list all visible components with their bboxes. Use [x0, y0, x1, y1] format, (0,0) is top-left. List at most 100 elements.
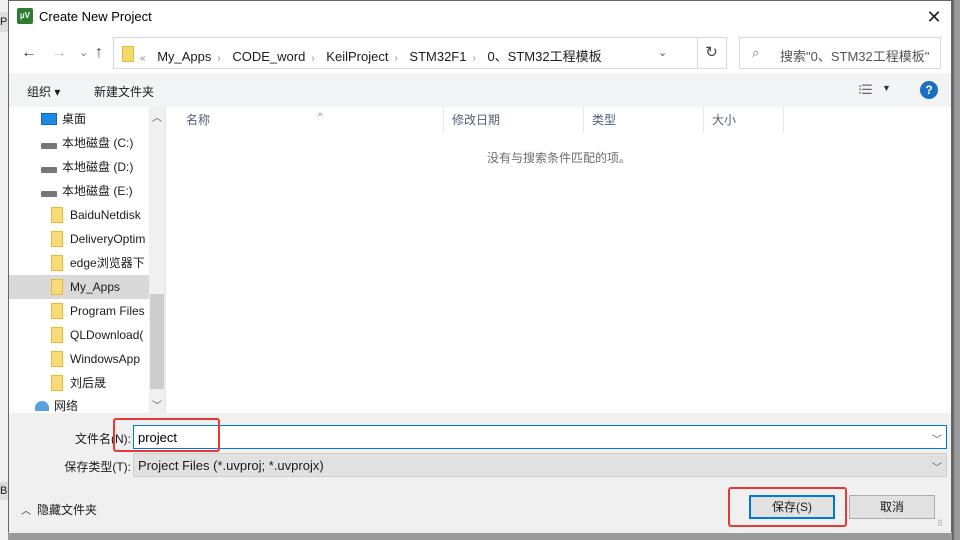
view-options-icon[interactable]: ⁝☰ [858, 82, 873, 98]
folder-icon [51, 351, 63, 367]
folder-icon [51, 279, 63, 295]
filetype-value: Project Files (*.uvproj; *.uvprojx) [138, 458, 324, 473]
recent-locations-button[interactable]: ⌄ [79, 43, 88, 63]
sidebar-item-folder[interactable]: Program Files [9, 299, 149, 323]
chevron-right-icon[interactable]: › [394, 53, 397, 64]
background-window-label: B [0, 482, 8, 500]
sidebar-item-label: 桌面 [62, 112, 87, 126]
chevron-down-icon[interactable]: ﹀ [932, 459, 942, 474]
folder-icon [51, 207, 63, 223]
sidebar-item-label: WindowsApp [70, 352, 141, 366]
sidebar-item-label: My_Apps [70, 280, 121, 294]
breadcrumb-overflow[interactable]: « [140, 53, 146, 64]
sidebar-item-folder[interactable]: BaiduNetdisk [9, 203, 149, 227]
up-button[interactable]: ↑ [95, 43, 103, 63]
column-header-type[interactable]: 类型 [584, 107, 704, 133]
new-folder-button[interactable]: 新建文件夹 [94, 83, 154, 100]
forward-button[interactable]: → [51, 43, 67, 63]
chevron-up-icon: ︿ [21, 506, 31, 517]
title-bar: µV Create New Project ✕ [9, 1, 951, 33]
sidebar-item-label: 刘后晟 [70, 376, 107, 390]
scroll-down-icon[interactable]: ﹀ [152, 397, 162, 412]
breadcrumb: « My_Apps › CODE_word › KeilProject › STM32… [140, 46, 608, 65]
breadcrumb-item[interactable]: My_Apps [157, 49, 211, 64]
empty-message: 没有与搜索条件匹配的项。 [486, 151, 631, 165]
sidebar-item-label: 本地磁盘 (D:) [62, 160, 134, 174]
breadcrumb-item[interactable]: CODE_word [232, 49, 305, 64]
sidebar-item-desktop[interactable]: 桌面 [9, 107, 149, 131]
filename-input[interactable]: project ﹀ [133, 425, 947, 449]
sidebar-item-folder[interactable]: QLDownload( [9, 323, 149, 347]
drive-icon [41, 191, 57, 197]
chevron-right-icon[interactable]: › [217, 53, 220, 64]
breadcrumb-item[interactable]: 0、STM32工程模板 [487, 49, 601, 64]
address-bar[interactable]: « My_Apps › CODE_word › KeilProject › STM32… [113, 37, 698, 69]
cancel-button[interactable]: 取消 [849, 495, 935, 519]
desktop-icon [41, 113, 57, 125]
organize-button[interactable]: 组织 ▾ [27, 83, 60, 100]
chevron-down-icon[interactable]: ⌄ [658, 46, 667, 59]
drive-icon [41, 143, 57, 149]
file-list: 名称 ^ 修改日期 类型 大小 没有与搜索条件匹配的项。 [165, 107, 951, 413]
filetype-label: 保存类型(T): [64, 460, 131, 474]
back-button[interactable]: ← [21, 43, 37, 63]
sidebar-item-label: 本地磁盘 (E:) [62, 184, 133, 198]
uvision-icon: µV [17, 8, 33, 24]
folder-icon [51, 303, 63, 319]
breadcrumb-item[interactable]: STM32F1 [409, 49, 466, 64]
close-button[interactable]: ✕ [923, 7, 945, 27]
sidebar-item-folder[interactable]: WindowsApp [9, 347, 149, 371]
annotation-highlight-save [728, 487, 847, 527]
sidebar-item-label: QLDownload( [70, 328, 144, 342]
column-header-name[interactable]: 名称 ^ [178, 107, 444, 133]
folder-icon [51, 231, 63, 247]
create-project-dialog: µV Create New Project ✕ ← → ⌄ ↑ « My_App… [8, 0, 952, 533]
hide-folders-label: 隐藏文件夹 [37, 503, 98, 517]
sidebar-item-folder[interactable]: edge浏览器下 [9, 251, 149, 275]
chevron-down-icon[interactable]: ﹀ [932, 431, 942, 446]
sidebar-scrollbar[interactable]: ︿ ﹀ [149, 107, 165, 413]
background-shadow [952, 0, 960, 540]
sidebar-item-folder[interactable]: DeliveryOptim [9, 227, 149, 251]
breadcrumb-item[interactable]: KeilProject [326, 49, 388, 64]
hide-folders-toggle[interactable]: ︿ 隐藏文件夹 [21, 501, 97, 518]
command-bar: 组织 ▾ 新建文件夹 ⁝☰ ▼ ? [9, 73, 951, 107]
sidebar-item-label: Program Files [70, 304, 145, 318]
sidebar-item-drive-c[interactable]: 本地磁盘 (C:) [9, 131, 149, 155]
navigation-bar: ← → ⌄ ↑ « My_Apps › CODE_word › KeilProjec… [9, 33, 951, 73]
sidebar-item-drive-d[interactable]: 本地磁盘 (D:) [9, 155, 149, 179]
drive-icon [41, 167, 57, 173]
caret-down-icon[interactable]: ▼ [882, 83, 891, 93]
refresh-button[interactable]: ↻ [697, 37, 727, 69]
sidebar-item-label: BaiduNetdisk [70, 208, 141, 222]
background-window [0, 0, 8, 540]
scrollbar-thumb[interactable] [150, 294, 164, 389]
filetype-select[interactable]: Project Files (*.uvproj; *.uvprojx) ﹀ [133, 453, 947, 477]
sidebar-item-folder[interactable]: 刘后晟 [9, 371, 149, 395]
window-title: Create New Project [39, 9, 152, 24]
sidebar-item-my-apps[interactable]: My_Apps [9, 275, 149, 299]
column-header-size[interactable]: 大小 [704, 107, 784, 133]
sidebar-item-label: 本地磁盘 (C:) [62, 136, 134, 150]
chevron-right-icon[interactable]: › [311, 53, 314, 64]
search-icon: ⌕ [752, 45, 760, 60]
help-button[interactable]: ? [920, 81, 938, 99]
network-icon [35, 401, 49, 411]
sort-ascending-icon: ^ [318, 111, 323, 121]
chevron-right-icon[interactable]: › [472, 53, 475, 64]
search-placeholder: 搜索"0、STM32工程模板" [780, 49, 930, 64]
folder-icon [51, 327, 63, 343]
scroll-up-icon[interactable]: ︿ [152, 109, 162, 124]
folder-icon [51, 255, 63, 271]
column-label: 名称 [186, 113, 211, 127]
sidebar-item-drive-e[interactable]: 本地磁盘 (E:) [9, 179, 149, 203]
search-input[interactable]: ⌕ 搜索"0、STM32工程模板" [739, 37, 941, 69]
navigation-pane: 桌面 本地磁盘 (C:) 本地磁盘 (D:) 本地磁盘 (E:) BaiduNe… [9, 107, 165, 413]
sidebar-item-network[interactable]: 网络 [9, 399, 149, 413]
column-header-date[interactable]: 修改日期 [444, 107, 584, 133]
resize-grip[interactable]: ⠿ [937, 519, 943, 528]
folder-icon [51, 375, 63, 391]
folder-icon [122, 46, 134, 62]
sidebar-item-label: 网络 [54, 399, 79, 413]
annotation-highlight-filename [113, 418, 220, 452]
